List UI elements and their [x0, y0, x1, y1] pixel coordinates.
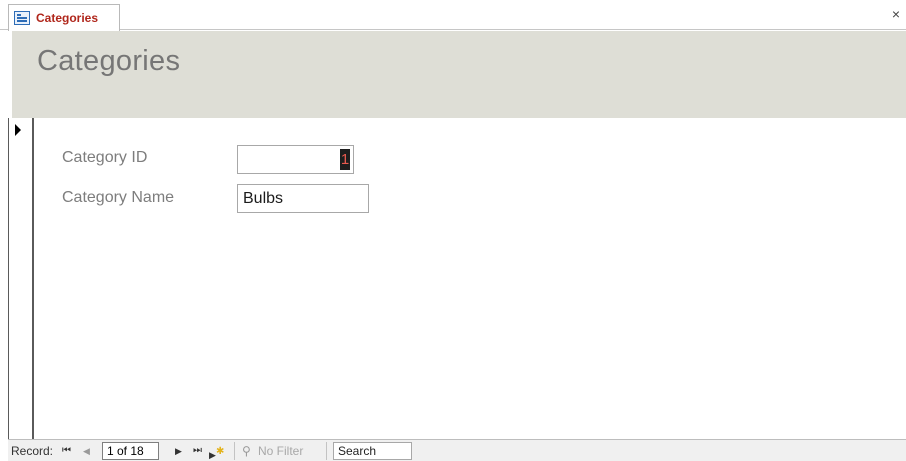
no-filter-button[interactable]: No Filter [258, 443, 303, 459]
form-icon [14, 11, 30, 25]
category-id-label: Category ID [62, 149, 148, 166]
record-navigation-bar: Record: ⏮ ◀ 1 of 18 ▶ ⏭ ▶ ✱ ⚲ No Filter S… [8, 439, 906, 461]
category-id-value: 1 [340, 149, 350, 170]
record-selector[interactable] [8, 118, 34, 439]
filter-icon: ⚲ [242, 444, 251, 458]
current-record-input[interactable]: 1 of 18 [102, 442, 159, 460]
tab-label: Categories [36, 11, 99, 25]
separator [326, 442, 327, 460]
next-record-icon[interactable]: ▶ [175, 443, 182, 459]
category-name-value: Bulbs [243, 190, 284, 207]
tab-categories[interactable]: Categories [8, 4, 120, 31]
last-record-icon[interactable]: ⏭ [193, 443, 202, 459]
new-record-icon[interactable]: ▶ ✱ [208, 443, 226, 460]
form-detail: Category ID 1 Category Name Bulbs [34, 118, 906, 439]
form-title: Categories [37, 45, 181, 77]
current-record-arrow-icon [15, 124, 21, 136]
form-header: Categories [12, 31, 906, 118]
search-input[interactable]: Search [333, 442, 412, 460]
category-id-field[interactable]: 1 [237, 145, 354, 174]
close-icon[interactable]: × [892, 7, 900, 21]
separator [234, 442, 235, 460]
record-label: Record: [11, 444, 54, 458]
category-name-label: Category Name [62, 189, 175, 206]
first-record-icon[interactable]: ⏮ [62, 443, 71, 459]
document-tab-strip: Categories × [0, 0, 906, 31]
category-name-field[interactable]: Bulbs [237, 184, 369, 213]
previous-record-icon[interactable]: ◀ [83, 443, 90, 459]
